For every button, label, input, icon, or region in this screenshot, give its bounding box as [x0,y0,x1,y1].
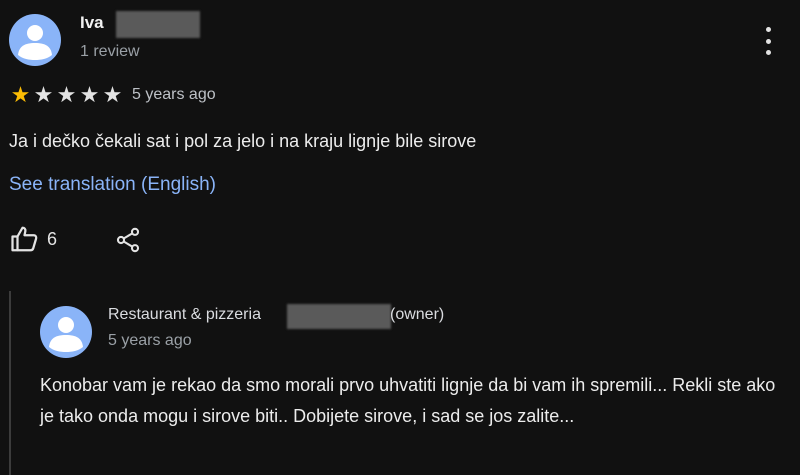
review-timestamp: 5 years ago [132,86,216,103]
redacted-surname [116,11,200,38]
star-icon: ★ [33,82,54,107]
more-options-button[interactable] [758,25,778,57]
reviewer-avatar[interactable] [9,14,61,66]
person-icon [49,317,83,352]
reviewer-review-count: 1 review [80,43,140,60]
share-button[interactable] [114,226,142,254]
owner-tag: (owner) [390,306,445,323]
star-icon: ★ [102,82,123,107]
owner-name[interactable]: Restaurant & pizzeria [108,306,261,324]
star-icon: ★ [10,82,31,107]
reply-divider [9,291,11,475]
thumb-up-icon [11,226,38,252]
more-vert-icon-dot [765,38,771,44]
see-translation-link[interactable]: See translation (English) [9,174,216,196]
reply-timestamp: 5 years ago [108,332,192,349]
reply-text: Konobar vam je rekao da smo morali prvo … [40,375,776,426]
more-vert-icon-dot [765,27,771,32]
star-rating: ★ ★ ★ ★ ★ [9,83,124,107]
person-icon [18,25,52,60]
reviewer-name[interactable]: Iva [80,13,104,33]
owner-avatar[interactable] [40,306,92,358]
redacted-restaurant-name [287,304,391,329]
more-vert-icon-dot [765,50,771,55]
review-text: Ja i dečko čekali sat i pol za jelo i na… [9,131,477,151]
star-icon: ★ [79,82,100,107]
share-icon [116,227,140,253]
star-icon: ★ [56,82,77,107]
like-count: 6 [47,229,58,249]
like-button[interactable] [10,224,42,256]
